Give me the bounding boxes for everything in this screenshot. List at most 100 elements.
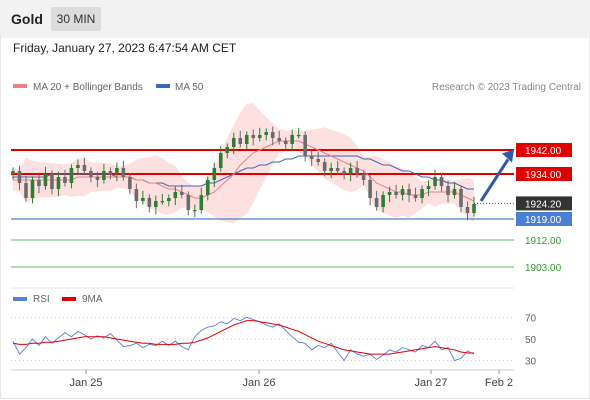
candle-body [63, 177, 67, 183]
candle-body [56, 177, 61, 189]
candle-body [381, 195, 385, 207]
candle-body [30, 180, 35, 198]
candle-body [37, 180, 41, 186]
candle-body [11, 171, 15, 174]
legend: MA 20 + Bollinger Bands MA 50 Research ©… [13, 82, 581, 93]
candle-body [348, 168, 353, 174]
forecast-arrow-shaft [479, 158, 510, 202]
level-label-1903.00: 1903.00 [525, 263, 562, 274]
candle-body [309, 156, 314, 159]
candle-body [167, 198, 171, 201]
level-label-1919.00: 1919.00 [525, 215, 562, 226]
candle-body [355, 168, 359, 174]
candle-body [439, 177, 444, 186]
candle-body [89, 171, 93, 177]
candle-body [374, 198, 379, 207]
candle-body [244, 135, 249, 144]
candle-body [154, 201, 158, 207]
rsi-legend-swatch [13, 297, 27, 301]
candle-body [206, 180, 210, 195]
candle-body [472, 204, 476, 213]
candle-body [277, 138, 281, 141]
level-labels: 1942.00 1934.00 1919.00 1912.00 1903.00 1924.… [474, 143, 572, 274]
rsi-tick-70: 70 [525, 313, 537, 324]
candle-body [361, 174, 366, 180]
candle-body [264, 132, 269, 135]
candle-body [121, 168, 126, 177]
candle-body [290, 135, 294, 144]
candle-body [128, 177, 132, 189]
candle-body [400, 189, 405, 195]
candle-body [225, 147, 230, 153]
rsi-tick-50: 50 [525, 335, 537, 346]
candle-body [115, 168, 119, 174]
candle-body [69, 168, 74, 183]
candle-body [141, 198, 145, 201]
candle-body [420, 189, 424, 198]
candle-body [17, 171, 22, 183]
candle-body [394, 192, 398, 195]
candle-body [43, 174, 48, 186]
candle-body [82, 165, 87, 171]
rsi-ma-legend-label: 9MA [82, 294, 103, 305]
candle-body [186, 195, 191, 210]
candle-body [102, 171, 106, 180]
candle-body [173, 192, 178, 198]
x-axis: Jan 25 Jan 26 Jan 27 Feb 2 [11, 369, 514, 389]
candle-body [147, 198, 152, 207]
candle-body [76, 165, 80, 168]
candle-body [368, 180, 372, 198]
candle-body [199, 195, 204, 210]
candle-body [413, 195, 418, 198]
candle-body [433, 177, 437, 186]
rsi-panel: 70 50 30 [11, 313, 537, 368]
candle-body [459, 189, 463, 207]
candle-body [251, 135, 256, 138]
candle-body [426, 186, 431, 189]
rsi-legend-label: RSI [33, 294, 50, 305]
x-tick-label-1: Jan 26 [242, 377, 275, 389]
ma50-legend-label: MA 50 [175, 82, 204, 93]
current-price-label: 1924.20 [525, 199, 562, 210]
candle-body [231, 138, 236, 147]
candle-body [108, 171, 113, 174]
candle-body [452, 189, 457, 195]
bollinger-bands [13, 103, 474, 224]
candle-body [407, 189, 411, 195]
candle-body [218, 153, 223, 168]
candle-body [335, 168, 340, 171]
ma20-legend-swatch [13, 84, 27, 88]
price-chart[interactable]: MA 20 + Bollinger Bands MA 50 Research ©… [0, 0, 590, 400]
candle-body [283, 141, 288, 144]
candle-body [257, 135, 262, 138]
ma50-legend-swatch [156, 84, 170, 88]
x-tick-label-2: Jan 27 [414, 377, 447, 389]
candle-body [342, 171, 346, 174]
level-label-1942.00: 1942.00 [525, 146, 562, 157]
candle-body [329, 168, 333, 171]
candle-body [24, 183, 28, 198]
candle-body [212, 168, 217, 180]
candle-body [193, 210, 197, 212]
candle-body [446, 186, 450, 195]
credit-text: Research © 2023 Trading Central [432, 82, 581, 93]
ma20-legend-label: MA 20 + Bollinger Bands [33, 82, 143, 93]
level-label-1912.00: 1912.00 [525, 236, 562, 247]
candle-body [160, 201, 165, 203]
x-tick-label-3: Feb 2 [485, 377, 513, 389]
rsi-ma-legend-swatch [62, 297, 76, 301]
candle-body [238, 138, 243, 144]
candle-body [270, 132, 275, 138]
candle-body [95, 177, 100, 180]
rsi-legend: RSI 9MA [13, 294, 103, 305]
forecast-arrow [479, 149, 514, 202]
rsi-tick-30: 30 [525, 357, 537, 368]
candle-body [322, 162, 327, 171]
candle-body [387, 192, 392, 195]
rsi-ma-line [12, 320, 474, 355]
candle-body [180, 192, 184, 195]
bollinger-band-area [13, 103, 474, 224]
candle-body [50, 174, 54, 189]
candle-body [316, 159, 320, 162]
candle-body [465, 207, 470, 213]
